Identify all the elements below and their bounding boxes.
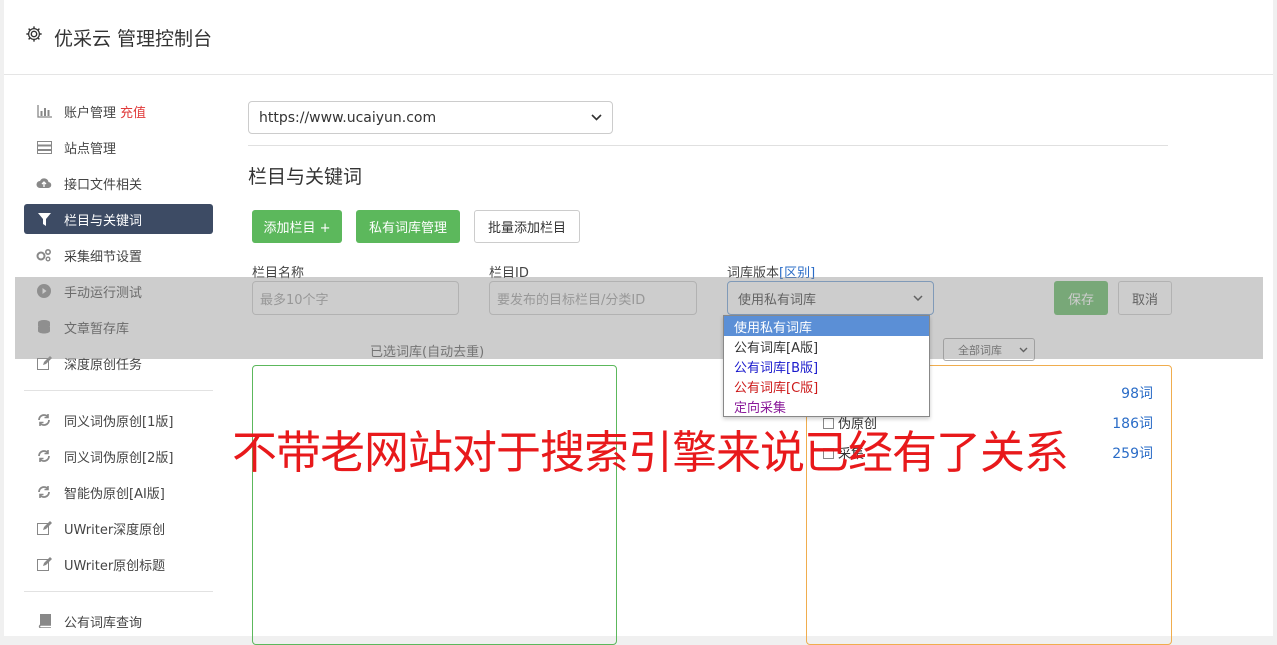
site-select-value: https://www.ucaiyun.com xyxy=(259,109,437,126)
sidebar-divider xyxy=(24,390,213,391)
sidebar-item-synonym-v2[interactable]: 同义词伪原创[2版] xyxy=(24,441,213,471)
sidebar-divider xyxy=(24,591,213,592)
library-count: 186词 xyxy=(1112,416,1153,432)
sidebar-item-label: 智能伪原创[AI版] xyxy=(64,486,165,502)
private-library-button[interactable]: 私有词库管理 xyxy=(356,210,460,243)
section-title: 栏目与关键词 xyxy=(248,166,363,188)
sidebar-item-label: 栏目与关键词 xyxy=(64,213,143,229)
recharge-link[interactable]: 充值 xyxy=(120,102,146,121)
refresh-icon xyxy=(36,484,52,500)
sidebar-item-columns-keywords[interactable]: 栏目与关键词 xyxy=(24,204,213,234)
dropdown-option[interactable]: 定向采集 xyxy=(724,396,929,416)
sidebar-item-label: 同义词伪原创[1版] xyxy=(64,414,174,430)
filter-icon xyxy=(36,211,52,227)
divider xyxy=(248,145,1168,146)
book-icon xyxy=(36,613,52,629)
sidebar-item-label: 公有词库查询 xyxy=(64,615,143,631)
sidebar-item-sites[interactable]: 站点管理 xyxy=(24,132,213,162)
library-count: 259词 xyxy=(1112,446,1153,462)
add-column-button[interactable]: 添加栏目 + xyxy=(252,210,342,243)
edit-icon xyxy=(36,520,52,536)
sidebar-item-ai-pseudo[interactable]: 智能伪原创[AI版] xyxy=(24,477,213,507)
cloud-upload-icon xyxy=(36,175,52,191)
edit-icon xyxy=(36,556,52,572)
sidebar-item-collect-settings[interactable]: 采集细节设置 xyxy=(24,240,213,270)
gear-icon xyxy=(26,26,42,42)
library-count: 98词 xyxy=(1121,386,1153,402)
refresh-icon xyxy=(36,448,52,464)
sidebar-item-public-lib-query[interactable]: 公有词库查询 xyxy=(24,606,213,636)
cogs-icon xyxy=(36,247,52,263)
sidebar-item-label: 账户管理 xyxy=(64,105,117,121)
sidebar: 账户管理 充值 站点管理 接口文件相关 栏目与关键词 采集细节设置 手动运行测试… xyxy=(24,96,213,642)
dropdown-option[interactable]: 使用私有词库 xyxy=(724,316,929,336)
dropdown-option[interactable]: 公有词库[A版] xyxy=(724,336,929,356)
refresh-icon xyxy=(36,412,52,428)
sidebar-item-uwriter-deep[interactable]: UWriter深度原创 xyxy=(24,513,213,543)
sidebar-item-label: UWriter深度原创 xyxy=(64,522,166,538)
sidebar-item-label: 采集细节设置 xyxy=(64,249,143,265)
sidebar-item-label: 站点管理 xyxy=(64,141,117,157)
selected-library-box[interactable] xyxy=(252,365,617,645)
batch-add-column-button[interactable]: 批量添加栏目 xyxy=(474,210,580,243)
sidebar-item-synonym-v1[interactable]: 同义词伪原创[1版] xyxy=(24,405,213,435)
sidebar-item-label: 接口文件相关 xyxy=(64,177,143,193)
sidebar-item-uwriter-title[interactable]: UWriter原创标题 xyxy=(24,549,213,579)
sidebar-item-label: 同义词伪原创[2版] xyxy=(64,450,174,466)
dropdown-option[interactable]: 公有词库[B版] xyxy=(724,356,929,376)
site-select[interactable]: https://www.ucaiyun.com xyxy=(248,101,613,134)
sidebar-item-label: UWriter原创标题 xyxy=(64,558,166,574)
dropdown-option[interactable]: 公有词库[C版] xyxy=(724,376,929,396)
overlay-caption: 不带老网站对于搜索引擎来说已经有了关系 xyxy=(232,426,1069,479)
sidebar-item-account[interactable]: 账户管理 充值 xyxy=(24,96,213,126)
modal-overlay-band xyxy=(15,277,1263,359)
bar-chart-icon xyxy=(36,103,52,119)
sidebar-item-interface-files[interactable]: 接口文件相关 xyxy=(24,168,213,198)
library-version-dropdown[interactable]: 使用私有词库 公有词库[A版] 公有词库[B版] 公有词库[C版] 定向采集 xyxy=(723,315,930,417)
app-title: 优采云 管理控制台 xyxy=(54,28,213,50)
server-icon xyxy=(36,139,52,155)
chevron-down-icon xyxy=(591,114,602,121)
